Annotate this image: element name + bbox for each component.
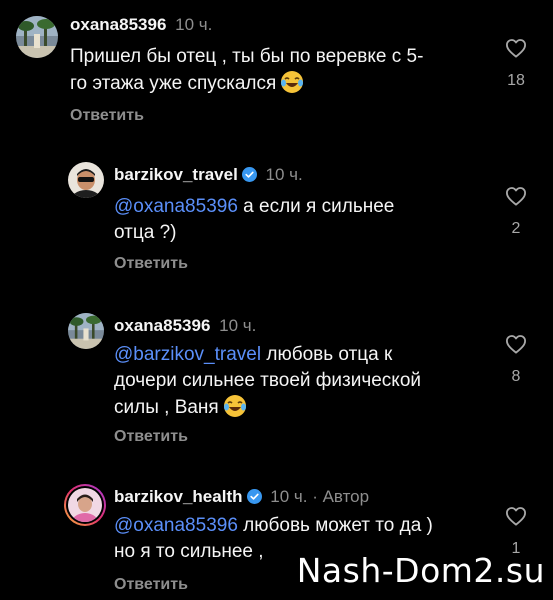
comment-text: Пришел бы отец , ты бы по веревке с 5- г… — [70, 44, 490, 97]
comment-text-span: силы , Ваня — [114, 397, 219, 418]
timestamp: 10 ч. — [265, 165, 303, 184]
heart-outline-icon[interactable] — [505, 506, 527, 526]
verified-badge-icon — [241, 167, 257, 182]
like-count: 8 — [511, 368, 521, 385]
comment-text-line-2: отца ?) — [114, 222, 177, 243]
comment-text-span: а если я сильнее — [237, 196, 395, 217]
mention-link[interactable]: @oxana85396 — [114, 196, 238, 217]
timestamp: 10 ч. — [175, 15, 213, 34]
like-button[interactable]: 8 — [503, 334, 529, 386]
like-count: 2 — [511, 220, 521, 237]
avatar-oxana85396[interactable] — [68, 313, 104, 349]
username[interactable]: barzikov_health — [114, 487, 243, 506]
like-button[interactable]: 18 — [503, 38, 529, 90]
heart-outline-icon[interactable] — [505, 186, 527, 206]
comment-text-line-2: го этажа уже спускался — [70, 70, 490, 97]
username[interactable]: oxana85396 — [114, 316, 210, 335]
reply-button[interactable]: Ответить — [114, 428, 188, 446]
comment-text: @oxana85396 а если я сильнее отца ?) — [114, 194, 454, 246]
mention-link[interactable]: @barzikov_travel — [114, 344, 261, 365]
comment-text-line: @barzikov_travel любовь отца к — [114, 342, 494, 368]
comment-text-span: го этажа уже спускался — [70, 73, 277, 94]
username[interactable]: oxana85396 — [70, 15, 166, 34]
avatar-ring-inner — [66, 486, 104, 524]
reply-button[interactable]: Ответить — [70, 107, 144, 125]
comment-text-span: любовь может то да ) — [237, 515, 433, 536]
laughing-emoji-icon — [223, 394, 247, 418]
avatar-barzikov-travel[interactable] — [68, 162, 104, 198]
heart-outline-icon[interactable] — [505, 38, 527, 58]
timestamp: 10 ч. — [219, 316, 257, 335]
comment-meta: barzikov_health 10 ч. · Автор — [114, 486, 369, 508]
avatar-oxana85396[interactable] — [16, 16, 58, 58]
author-label: · Автор — [312, 487, 370, 506]
reply-button[interactable]: Ответить — [114, 255, 188, 273]
laughing-emoji-icon — [280, 70, 304, 94]
comment-text-line: @oxana85396 а если я сильнее — [114, 194, 454, 220]
comment-text: @barzikov_travel любовь отца к дочери си… — [114, 342, 494, 421]
comment-meta: oxana85396 10 ч. — [114, 315, 256, 337]
comment-meta: oxana85396 10 ч. — [70, 14, 212, 36]
mention-link[interactable]: @oxana85396 — [114, 515, 238, 536]
watermark: Nash-Dom2.su — [296, 551, 545, 590]
like-count: 18 — [507, 72, 525, 89]
comment-text-line-2: дочери сильнее твоей физической — [114, 370, 422, 391]
comment-text-line: @oxana85396 любовь может то да ) — [114, 513, 494, 539]
comment-meta: barzikov_travel 10 ч. — [114, 164, 303, 186]
verified-badge-icon — [246, 489, 262, 504]
timestamp: 10 ч. — [270, 487, 308, 506]
comment-text-line-3: силы , Ваня — [114, 394, 494, 421]
heart-outline-icon[interactable] — [505, 334, 527, 354]
reply-button[interactable]: Ответить — [114, 576, 188, 594]
like-button[interactable]: 2 — [503, 186, 529, 238]
username[interactable]: barzikov_travel — [114, 165, 238, 184]
comment-text-span: любовь отца к — [261, 344, 393, 365]
avatar-barzikov-health[interactable] — [64, 484, 106, 526]
comment-text-line: Пришел бы отец , ты бы по веревке с 5- — [70, 46, 424, 67]
